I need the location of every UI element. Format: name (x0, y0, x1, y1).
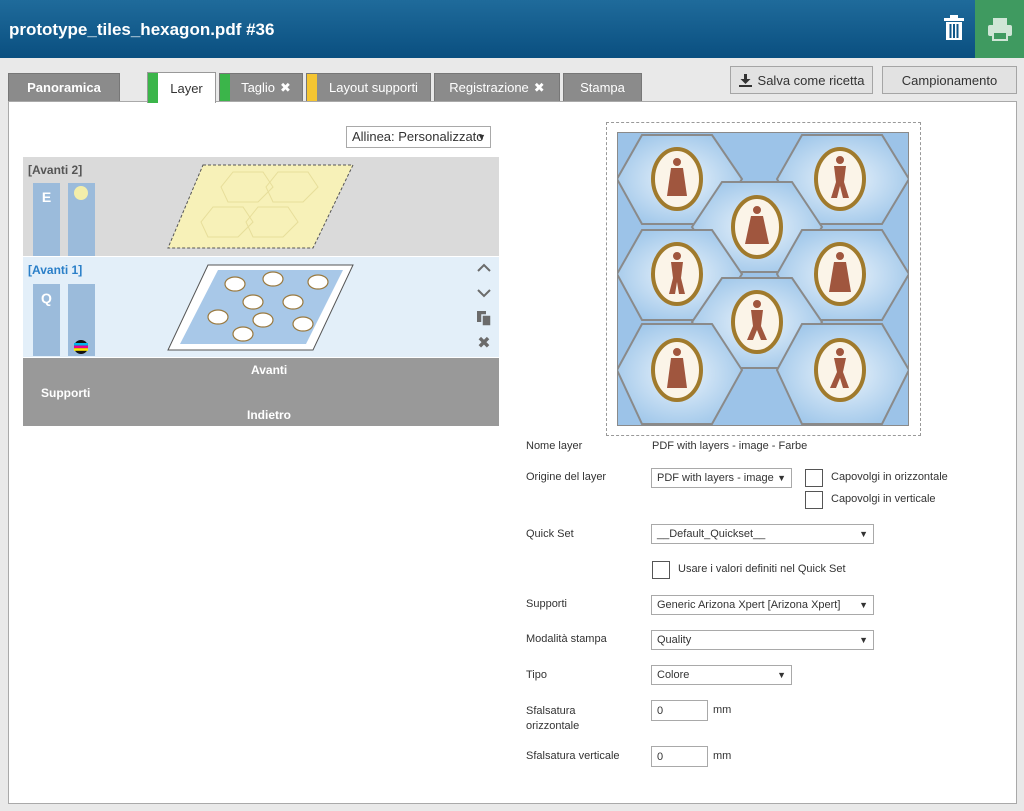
white-ink-icon (74, 186, 88, 200)
media-select[interactable]: Generic Arizona Xpert [Arizona Xpert] ▼ (651, 595, 874, 615)
align-select-value: Allinea: Personalizzato (352, 129, 484, 144)
layer-row-avanti-2[interactable]: [Avanti 2] E (23, 157, 499, 256)
tab-taglio-label: Taglio (241, 80, 276, 95)
type-value: Colore (657, 669, 690, 681)
type-select[interactable]: Colore ▼ (651, 665, 792, 685)
align-select[interactable]: Allinea: Personalizzato ▼ (346, 126, 491, 148)
use-quickset-checkbox[interactable] (652, 561, 670, 579)
sampling-label: Campionamento (901, 72, 998, 88)
tab-registrazione[interactable]: Registrazione ✖ (434, 73, 560, 101)
caret-down-icon: ▼ (859, 635, 868, 645)
ink-bar (68, 183, 95, 256)
caret-down-icon: ▼ (777, 473, 786, 483)
tab-taglio[interactable]: Taglio ✖ (219, 73, 303, 101)
layer-origin-select[interactable]: PDF with layers - image ▼ (651, 468, 792, 488)
delete-layer-button[interactable]: ✖ (473, 332, 495, 354)
printer-icon (987, 18, 1012, 41)
tab-layout-supporti[interactable]: Layout supporti (306, 73, 431, 101)
close-icon: ✖ (533, 79, 545, 95)
delete-button[interactable] (934, 10, 974, 46)
flip-horizontal-checkbox[interactable] (805, 469, 823, 487)
flip-horizontal-label: Capovolgi in orizzontale (831, 471, 948, 483)
move-down-button[interactable] (473, 282, 495, 304)
media-value: Generic Arizona Xpert [Arizona Xpert] (657, 599, 841, 611)
caret-down-icon: ▼ (859, 529, 868, 539)
duplicate-layer-button[interactable] (473, 307, 495, 329)
save-recipe-label: Salva come ricetta (757, 72, 865, 88)
tab-layer[interactable]: Layer (147, 72, 216, 103)
tab-stampa[interactable]: Stampa (563, 73, 642, 101)
supports-front: Avanti (251, 363, 288, 377)
layer-name-value: PDF with layers - image - Farbe (652, 440, 808, 452)
close-icon: ✖ (280, 79, 291, 95)
offset-h-label-line2: orizzontale (526, 720, 580, 732)
layer-origin-label: Origine del layer (526, 471, 607, 483)
type-label: Tipo (526, 669, 547, 681)
media-label: Supporti (526, 598, 567, 610)
print-mode-value: Quality (657, 634, 692, 646)
offset-h-unit: mm (713, 704, 732, 716)
layer-preview (606, 122, 921, 436)
layer-preview-image (617, 132, 909, 426)
layer-name-label: Nome layer (526, 440, 583, 452)
supports-label: Supporti (41, 386, 91, 400)
print-mode-letter: Q (41, 290, 52, 306)
layer-label: [Avanti 2] (28, 163, 83, 177)
document-title: prototype_tiles_hexagon.pdf #36 (9, 20, 275, 39)
caret-down-icon: ▼ (477, 132, 486, 142)
quickset-value: __Default_Quickset__ (657, 528, 766, 540)
use-quickset-label: Usare i valori definiti nel Quick Set (678, 563, 846, 575)
layer-thumbnail (167, 264, 354, 351)
copy-icon (477, 311, 492, 326)
layer-origin-value: PDF with layers - image (657, 472, 774, 484)
layer-thumbnail (167, 164, 354, 249)
print-mode-letter: E (41, 189, 52, 205)
print-mode-label: Modalità stampa (526, 633, 607, 645)
close-icon: ✖ (477, 335, 491, 352)
tab-stampa-label: Stampa (580, 80, 625, 95)
tab-panoramica-label: Panoramica (27, 80, 101, 95)
download-icon (738, 73, 752, 87)
offset-h-input[interactable] (651, 700, 708, 721)
supports-block: Avanti Supporti Indietro (23, 358, 499, 426)
chevron-down-icon (477, 289, 491, 298)
tab-status-mark (148, 73, 158, 103)
offset-v-unit: mm (713, 750, 732, 762)
print-button[interactable] (975, 0, 1024, 58)
flip-vertical-label: Capovolgi in verticale (831, 493, 936, 505)
app-header: prototype_tiles_hexagon.pdf #36 (0, 0, 1024, 58)
cmyk-icon (74, 340, 88, 354)
tab-panoramica[interactable]: Panoramica (8, 73, 120, 101)
sampling-button[interactable]: Campionamento (882, 66, 1017, 94)
quickset-label: Quick Set (526, 528, 574, 540)
caret-down-icon: ▼ (777, 670, 786, 680)
layer-label: [Avanti 1] (28, 263, 83, 277)
offset-v-label: Sfalsatura verticale (526, 750, 620, 762)
tab-layout-supporti-label: Layout supporti (329, 80, 418, 95)
caret-down-icon: ▼ (859, 600, 868, 610)
offset-v-input[interactable] (651, 746, 708, 767)
flip-vertical-checkbox[interactable] (805, 491, 823, 509)
trash-icon (944, 15, 964, 40)
tab-status-mark (220, 74, 230, 101)
supports-back: Indietro (247, 408, 291, 422)
offset-h-label: Sfalsatura orizzontale (526, 704, 579, 734)
quickset-select[interactable]: __Default_Quickset__ ▼ (651, 524, 874, 544)
layer-row-avanti-1[interactable]: [Avanti 1] Q ✖ (23, 257, 499, 357)
print-mode-bar: E (33, 183, 60, 256)
ink-bar (68, 284, 95, 356)
tab-layer-label: Layer (170, 80, 203, 96)
tab-registrazione-label: Registrazione (449, 80, 529, 95)
save-recipe-button[interactable]: Salva come ricetta (730, 66, 873, 94)
chevron-up-icon (477, 263, 491, 272)
move-up-button[interactable] (473, 257, 495, 279)
tab-status-mark (307, 74, 317, 101)
print-mode-select[interactable]: Quality ▼ (651, 630, 874, 650)
print-mode-bar: Q (33, 284, 60, 356)
offset-h-label-line1: Sfalsatura (526, 705, 576, 717)
